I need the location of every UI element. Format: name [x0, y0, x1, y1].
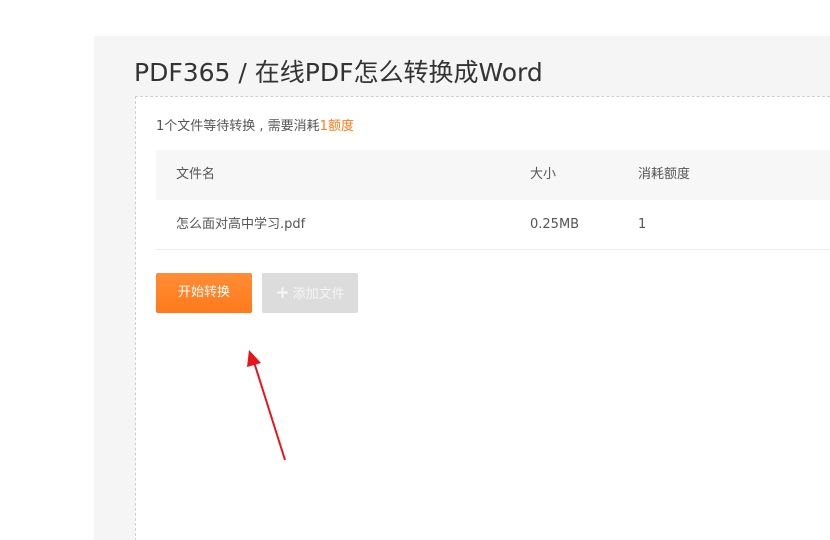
page: PDF365 / 在线PDF怎么转换成Word 1个文件等待转换 , 需要消耗1… [0, 0, 830, 540]
annotation-arrow-line [253, 361, 286, 461]
annotation-arrow-head [247, 350, 261, 367]
annotation-arrow [247, 350, 286, 461]
